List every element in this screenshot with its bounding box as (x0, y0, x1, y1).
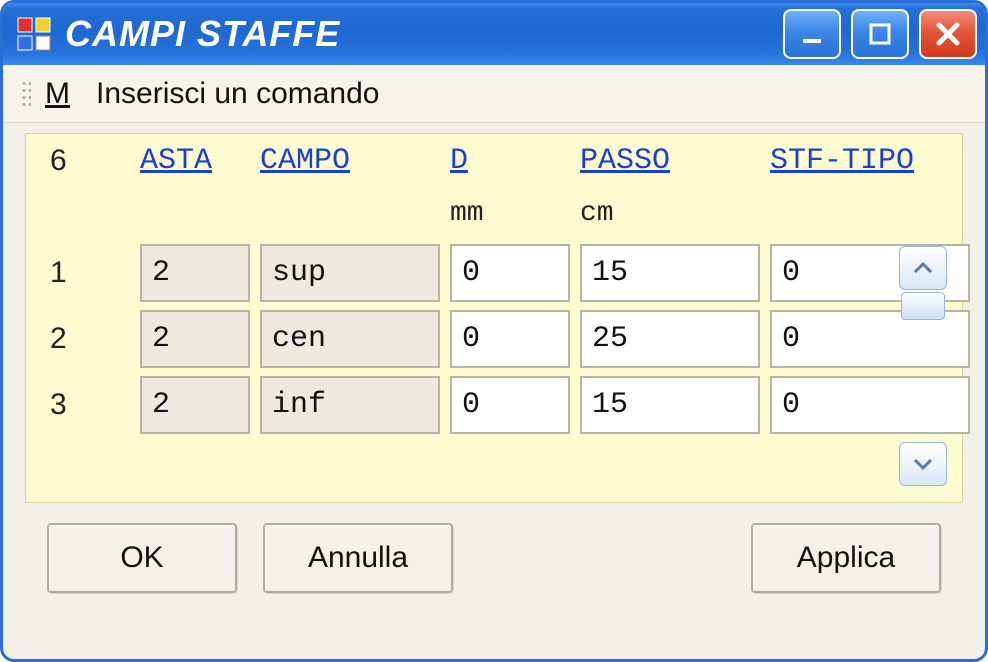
unit-d: mm (450, 198, 570, 236)
row-number: 1 (40, 256, 130, 290)
titlebar[interactable]: CAMPI STAFFE (3, 3, 985, 65)
cell-passo[interactable]: 15 (580, 244, 760, 302)
titlebar-buttons (783, 9, 977, 59)
cell-campo[interactable]: cen (260, 310, 440, 368)
row-number: 2 (40, 322, 130, 356)
scroll-down-button[interactable] (899, 442, 947, 486)
menu-m[interactable]: M (45, 77, 70, 111)
cell-asta[interactable]: 2 (140, 310, 250, 368)
cell-campo[interactable]: sup (260, 244, 440, 302)
cancel-button[interactable]: Annulla (263, 523, 453, 593)
col-header-stftipo[interactable]: STF-TIPO (770, 144, 970, 190)
cell-asta[interactable]: 2 (140, 244, 250, 302)
scroll-up-button[interactable] (899, 246, 947, 290)
col-header-asta[interactable]: ASTA (140, 144, 250, 190)
cell-passo[interactable]: 15 (580, 376, 760, 434)
col-header-passo[interactable]: PASSO (580, 144, 760, 190)
close-button[interactable] (919, 9, 977, 59)
scroll-thumb[interactable] (901, 292, 945, 320)
app-icon (17, 17, 51, 51)
vertical-scrollbar[interactable] (898, 246, 948, 486)
apply-button[interactable]: Applica (751, 523, 941, 593)
menubar: M Inserisci un comando (3, 65, 985, 123)
cell-passo[interactable]: 25 (580, 310, 760, 368)
data-panel: 6 ASTA CAMPO D PASSO STF-TIPO mm cm 1 2 … (25, 133, 963, 503)
window-title: CAMPI STAFFE (65, 13, 340, 55)
dialog-buttons: OK Annulla Applica (25, 503, 963, 593)
maximize-button[interactable] (851, 9, 909, 59)
col-header-campo[interactable]: CAMPO (260, 144, 440, 190)
row-number: 3 (40, 388, 130, 422)
cell-d[interactable]: 0 (450, 310, 570, 368)
data-grid: 6 ASTA CAMPO D PASSO STF-TIPO mm cm 1 2 … (40, 144, 948, 434)
ok-button[interactable]: OK (47, 523, 237, 593)
col-header-d[interactable]: D (450, 144, 570, 190)
unit-passo: cm (580, 198, 760, 236)
minimize-button[interactable] (783, 9, 841, 59)
toolbar-grip-icon (21, 80, 31, 108)
cell-campo[interactable]: inf (260, 376, 440, 434)
content-area: 6 ASTA CAMPO D PASSO STF-TIPO mm cm 1 2 … (3, 123, 985, 659)
command-hint: Inserisci un comando (96, 77, 379, 111)
dialog-window: CAMPI STAFFE M Inserisci un comando (0, 0, 988, 662)
cell-d[interactable]: 0 (450, 376, 570, 434)
row-count: 6 (40, 144, 130, 190)
cell-d[interactable]: 0 (450, 244, 570, 302)
cell-asta[interactable]: 2 (140, 376, 250, 434)
